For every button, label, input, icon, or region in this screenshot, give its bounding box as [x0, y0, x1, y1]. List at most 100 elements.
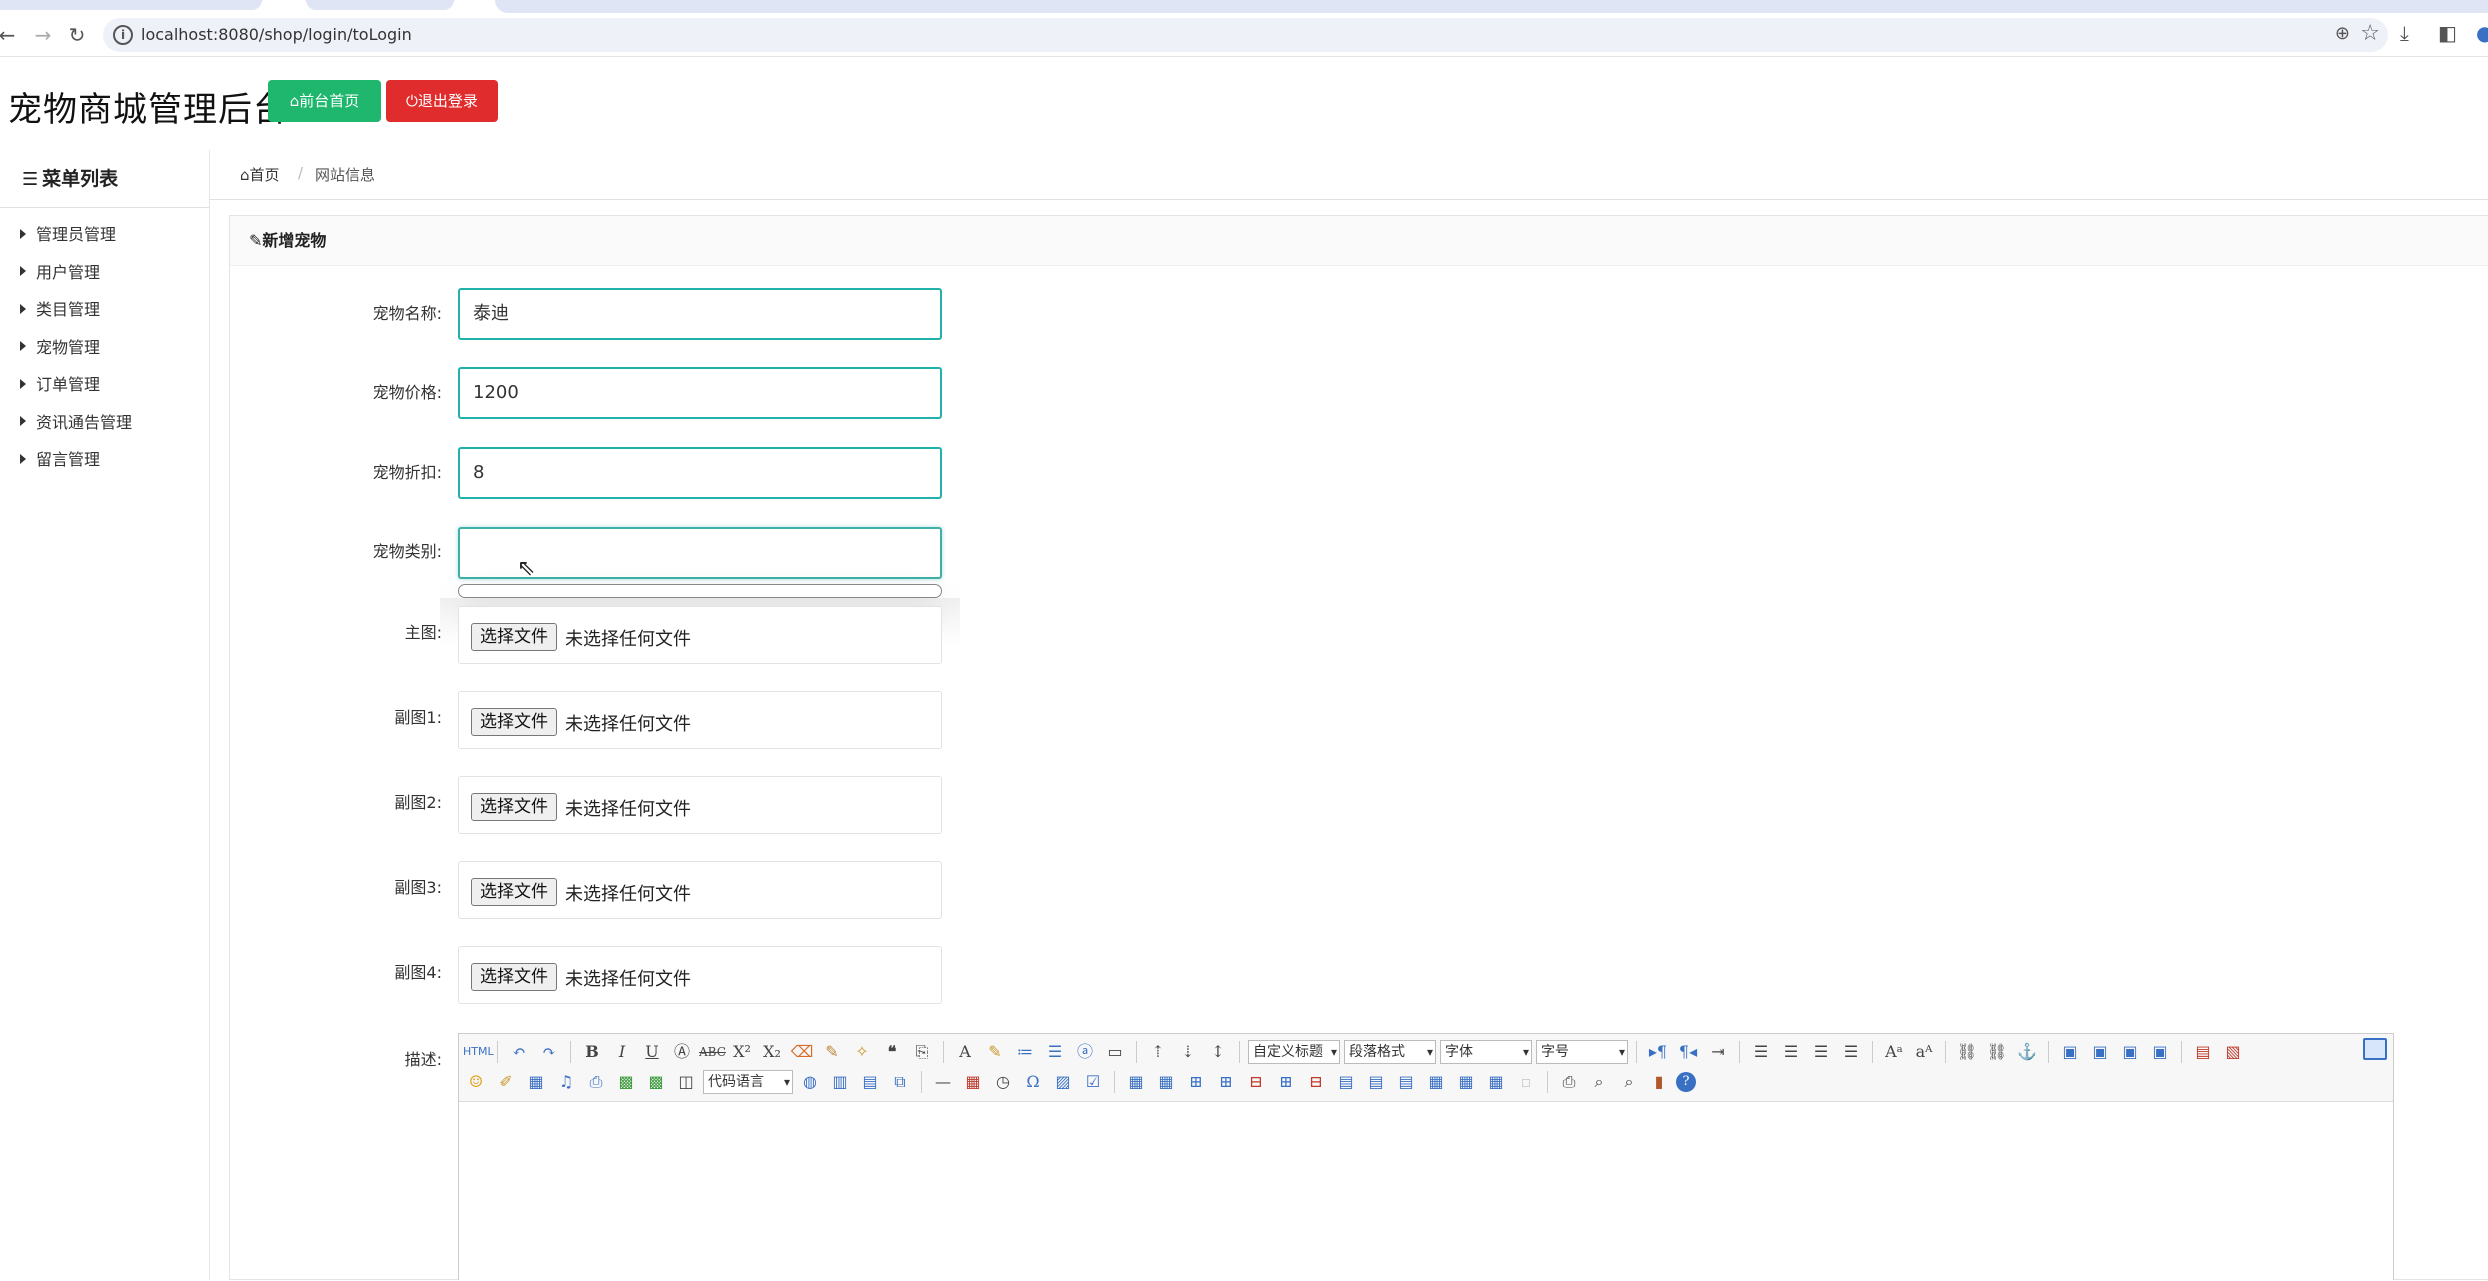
- browser-tab[interactable]: [0, 0, 262, 10]
- sidebar-item-admin[interactable]: 管理员管理: [0, 216, 209, 254]
- undo-icon[interactable]: ↶: [506, 1039, 532, 1065]
- sidebar-item-categories[interactable]: 类目管理: [0, 291, 209, 329]
- unlink-icon[interactable]: ⛓: [1984, 1039, 2010, 1065]
- bold-icon[interactable]: B: [579, 1039, 605, 1065]
- strikethrough-icon[interactable]: ABC: [699, 1039, 726, 1065]
- emotion-icon[interactable]: ☺: [463, 1069, 489, 1095]
- front-home-button[interactable]: ⌂前台首页: [268, 80, 381, 122]
- spell-check-icon[interactable]: ☑: [1080, 1069, 1106, 1095]
- sidebar-item-users[interactable]: 用户管理: [0, 254, 209, 292]
- italic-icon[interactable]: I: [609, 1039, 635, 1065]
- choose-file-button[interactable]: 选择文件: [471, 623, 557, 651]
- special-chars-icon[interactable]: Ω: [1020, 1069, 1046, 1095]
- split-to-cells-icon[interactable]: ▦: [1423, 1069, 1449, 1095]
- align-left-icon[interactable]: ☰: [1748, 1039, 1774, 1065]
- select-all-icon[interactable]: ⓐ: [1072, 1039, 1098, 1065]
- merge-down-icon[interactable]: ▤: [1393, 1069, 1419, 1095]
- image-left-icon[interactable]: ▣: [2087, 1039, 2113, 1065]
- font-size-select[interactable]: 字号: [1536, 1040, 1628, 1064]
- merge-cells-icon[interactable]: ▤: [1333, 1069, 1359, 1095]
- blockquote-icon[interactable]: ❝: [879, 1039, 905, 1065]
- template-icon[interactable]: ◍: [797, 1069, 823, 1095]
- pet-price-input[interactable]: 1200: [458, 367, 942, 419]
- fullscreen-icon[interactable]: [2363, 1038, 2387, 1060]
- time-icon[interactable]: ◷: [990, 1069, 1016, 1095]
- heading-select[interactable]: 自定义标题: [1248, 1040, 1340, 1064]
- bookmark-star-icon[interactable]: ☆: [2360, 21, 2380, 46]
- search-replace-icon[interactable]: ▨: [1050, 1069, 1076, 1095]
- choose-file-button[interactable]: 选择文件: [471, 793, 557, 821]
- delete-table-icon[interactable]: ▦: [1153, 1069, 1179, 1095]
- reload-icon[interactable]: ↻: [64, 22, 90, 48]
- main-image-file-input[interactable]: 选择文件 未选择任何文件: [458, 606, 942, 664]
- ltr-direction-icon[interactable]: ▸¶: [1645, 1039, 1671, 1065]
- horizontal-rule-icon[interactable]: —: [930, 1069, 956, 1095]
- anchor-icon[interactable]: ⚓: [2014, 1039, 2040, 1065]
- logout-button[interactable]: ⏻退出登录: [386, 80, 498, 122]
- forward-icon[interactable]: →: [30, 22, 56, 48]
- sidepanel-icon[interactable]: ◧: [2438, 21, 2457, 45]
- insert-row-icon[interactable]: ⊞: [1213, 1069, 1239, 1095]
- code-language-select[interactable]: 代码语言: [703, 1070, 793, 1094]
- font-family-select[interactable]: 字体: [1440, 1040, 1532, 1064]
- zoom-icon[interactable]: ⊕: [2335, 23, 2350, 44]
- sub-image-3-file-input[interactable]: 选择文件 未选择任何文件: [458, 861, 942, 919]
- charts-icon[interactable]: ▫: [1513, 1069, 1539, 1095]
- image-right-icon[interactable]: ▣: [2117, 1039, 2143, 1065]
- background-color-icon[interactable]: ✎: [982, 1039, 1008, 1065]
- split-to-rows-icon[interactable]: ▦: [1453, 1069, 1479, 1095]
- ordered-list-icon[interactable]: ≔: [1012, 1039, 1038, 1065]
- date-icon[interactable]: ▦: [960, 1069, 986, 1095]
- insert-video-icon[interactable]: ▦: [523, 1069, 549, 1095]
- music-icon[interactable]: ♫: [553, 1069, 579, 1095]
- print-icon[interactable]: ⎙: [1556, 1069, 1582, 1095]
- editor-content-area[interactable]: [459, 1102, 2393, 1281]
- choose-file-button[interactable]: 选择文件: [471, 963, 557, 991]
- rtl-direction-icon[interactable]: ¶◂: [1675, 1039, 1701, 1065]
- background-icon[interactable]: ▥: [827, 1069, 853, 1095]
- sub-image-4-file-input[interactable]: 选择文件 未选择任何文件: [458, 946, 942, 1004]
- snapscreen-icon[interactable]: ⧉: [887, 1069, 913, 1095]
- superscript-icon[interactable]: X²: [729, 1039, 755, 1065]
- redo-icon[interactable]: ↷: [536, 1039, 562, 1065]
- paragraph-select[interactable]: 段落格式: [1344, 1040, 1436, 1064]
- gmap-icon[interactable]: ▩: [643, 1069, 669, 1095]
- word-image-icon[interactable]: ▤: [857, 1069, 883, 1095]
- insert-col-icon[interactable]: ⊞: [1273, 1069, 1299, 1095]
- line-height-icon[interactable]: ↕: [1205, 1039, 1231, 1065]
- align-justify-icon[interactable]: ☰: [1838, 1039, 1864, 1065]
- scrawl-icon[interactable]: ✐: [493, 1069, 519, 1095]
- eraser-icon[interactable]: ⌫: [789, 1039, 815, 1065]
- preview-icon[interactable]: ⌕: [1586, 1069, 1612, 1095]
- insert-paragraph-before-table-icon[interactable]: ⊞: [1183, 1069, 1209, 1095]
- indent-icon[interactable]: ⇥: [1705, 1039, 1731, 1065]
- category-dropdown-list[interactable]: [458, 584, 942, 598]
- help-icon[interactable]: ?: [1676, 1072, 1696, 1092]
- attachment-icon[interactable]: ⎙: [583, 1069, 609, 1095]
- image-center-icon[interactable]: ▣: [2147, 1039, 2173, 1065]
- merge-right-icon[interactable]: ▤: [1363, 1069, 1389, 1095]
- url-text[interactable]: localhost:8080/shop/login/toLogin: [141, 25, 412, 44]
- profile-icon[interactable]: ●: [2476, 21, 2488, 45]
- underline-icon[interactable]: U: [639, 1039, 665, 1065]
- breadcrumb-home[interactable]: ⌂首页: [240, 164, 280, 185]
- download-icon[interactable]: ⤓: [2400, 21, 2409, 45]
- address-bar[interactable]: i localhost:8080/shop/login/toLogin ⊕ ☆: [103, 18, 2388, 52]
- site-info-icon[interactable]: i: [113, 25, 133, 45]
- choose-file-button[interactable]: 选择文件: [471, 878, 557, 906]
- sidebar-item-pets[interactable]: 宠物管理: [0, 329, 209, 367]
- delete-row-icon[interactable]: ⊟: [1243, 1069, 1269, 1095]
- subscript-icon[interactable]: X₂: [759, 1039, 785, 1065]
- drafts-icon[interactable]: ▮: [1646, 1069, 1672, 1095]
- sidebar-item-news[interactable]: 资讯通告管理: [0, 404, 209, 442]
- split-to-cols-icon[interactable]: ▦: [1483, 1069, 1509, 1095]
- sidebar-item-orders[interactable]: 订单管理: [0, 366, 209, 404]
- sub-image-2-file-input[interactable]: 选择文件 未选择任何文件: [458, 776, 942, 834]
- align-center-icon[interactable]: ☰: [1778, 1039, 1804, 1065]
- format-brush-icon[interactable]: ✎: [819, 1039, 845, 1065]
- image-none-icon[interactable]: ▣: [2057, 1039, 2083, 1065]
- simple-upload-icon[interactable]: ▤: [2190, 1039, 2216, 1065]
- link-icon[interactable]: ⛓: [1954, 1039, 1980, 1065]
- insert-table-icon[interactable]: ▦: [1123, 1069, 1149, 1095]
- unordered-list-icon[interactable]: ☰: [1042, 1039, 1068, 1065]
